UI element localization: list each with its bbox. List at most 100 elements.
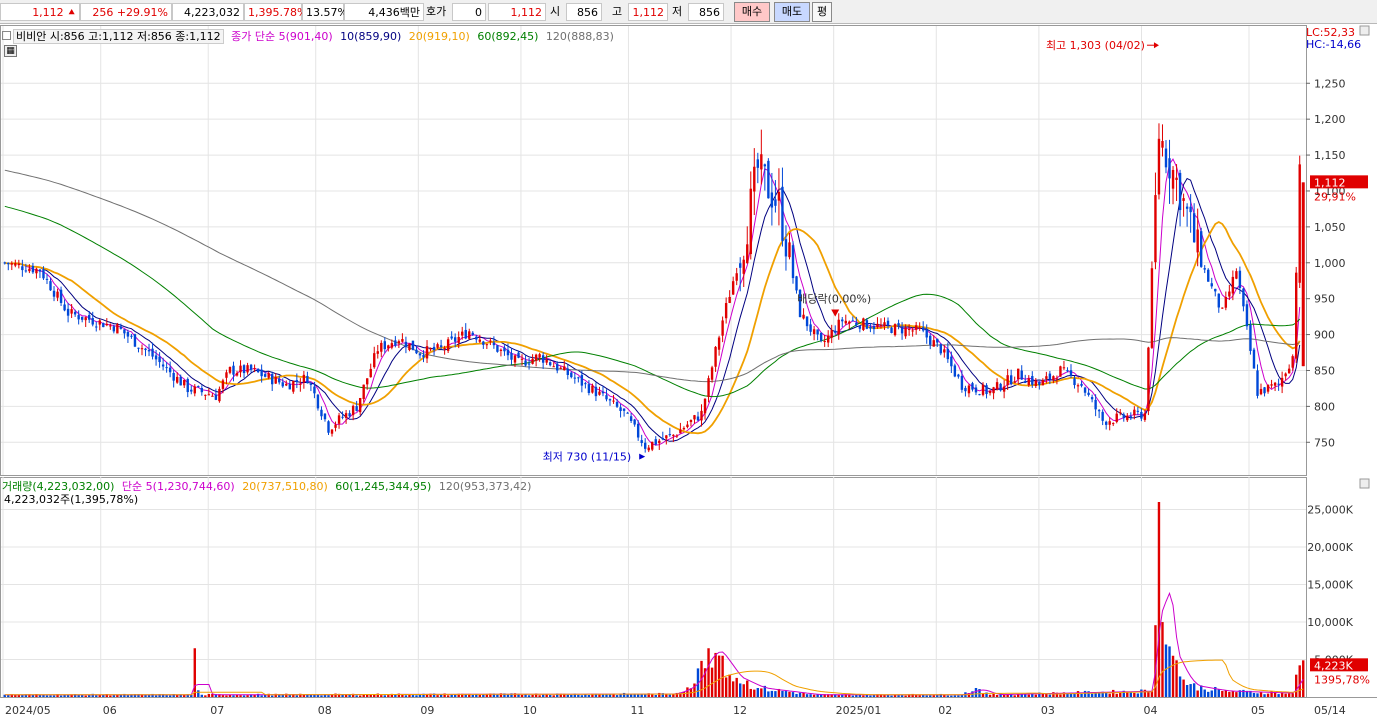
candle-body	[855, 322, 858, 326]
volume-bar	[1203, 689, 1206, 697]
ma-line-120	[4, 169, 1300, 383]
candle-body	[453, 337, 457, 342]
volume-ma5-line	[4, 591, 1304, 696]
candle-body	[263, 374, 267, 377]
candle-body	[622, 408, 626, 411]
volume-bar	[1161, 622, 1164, 697]
volume-bar	[1291, 693, 1294, 697]
candle-body	[429, 348, 432, 350]
volume-bar	[520, 694, 524, 697]
volume-bar	[446, 695, 450, 697]
candle-body	[425, 346, 429, 359]
volume-bar	[1182, 679, 1185, 697]
flat-button[interactable]: 평	[812, 2, 832, 22]
volume-bar	[897, 695, 900, 697]
volume-bar	[1207, 691, 1210, 697]
candle-body	[770, 192, 774, 208]
candle-body	[316, 394, 320, 409]
candle-body	[116, 324, 119, 334]
candle-body	[739, 263, 742, 268]
candle-body	[1147, 347, 1150, 412]
candle-body	[1027, 378, 1030, 386]
quote-label: 호가	[426, 5, 447, 18]
candle-body	[436, 344, 439, 348]
volume-bar	[753, 689, 756, 697]
low-marker-label: 최저 730 (11/15)	[543, 451, 632, 464]
candle-body	[746, 244, 749, 264]
candle-body	[3, 262, 6, 264]
volume-bar	[552, 695, 555, 697]
x-tick-label: 04	[1144, 704, 1158, 717]
candle-body	[1119, 412, 1122, 414]
volume-bar	[1175, 660, 1178, 697]
candle-body	[1252, 349, 1256, 369]
volume-bar	[950, 695, 953, 697]
candle-body	[73, 311, 77, 315]
candle-body	[1298, 164, 1301, 283]
candle-body	[45, 278, 49, 280]
x-tick-label: 05	[1251, 704, 1265, 717]
volume-bar	[974, 688, 978, 697]
candle-body	[1221, 307, 1224, 309]
volume-bar	[1298, 665, 1301, 697]
candle-body	[126, 332, 130, 337]
candle-body	[1104, 421, 1108, 425]
grid-icon[interactable]: ▦	[4, 45, 17, 57]
candle-body	[14, 263, 17, 266]
volume-tick-label: 20,000K	[1307, 541, 1353, 554]
candle-body	[10, 263, 13, 265]
candle-body	[1133, 409, 1136, 416]
candle-body	[777, 192, 781, 201]
candle-body	[651, 441, 654, 450]
candle-body	[140, 348, 144, 350]
candle-body	[496, 345, 499, 352]
candle-body	[1002, 386, 1006, 392]
candle-body	[133, 334, 137, 347]
candle-body	[7, 262, 10, 265]
candle-body	[802, 314, 805, 319]
open-label: 시	[550, 5, 561, 18]
volume-bar	[541, 694, 545, 697]
volume-bar	[1273, 692, 1277, 697]
volume-bar	[1171, 655, 1175, 697]
candle-body	[823, 341, 826, 343]
candle-body	[341, 416, 344, 418]
candle-body	[1080, 383, 1083, 386]
candle-body	[366, 378, 369, 385]
volume-bar	[52, 695, 56, 697]
candle-body	[35, 268, 38, 274]
buy-button[interactable]: 매수	[734, 2, 770, 22]
current-price: 1,112	[32, 6, 64, 19]
candle-body	[130, 335, 133, 337]
volume-bar	[362, 694, 365, 697]
volume-bar	[580, 695, 584, 697]
volume-bar	[809, 694, 812, 697]
candle-body	[1235, 271, 1238, 279]
price-tick-label: 1,150	[1314, 149, 1346, 162]
volume-bar	[636, 694, 640, 697]
candle-body	[1101, 411, 1104, 421]
legend-toggle-icon[interactable]	[2, 31, 11, 40]
candle-body	[591, 385, 594, 393]
candle-body	[158, 356, 161, 363]
vol-ma20-legend: 20(737,510,80)	[242, 480, 328, 493]
candle-body	[665, 435, 668, 439]
volume-bar	[531, 694, 534, 697]
candle-body	[225, 372, 228, 378]
chart-area[interactable]: 750 800 850 900 950 1,000 1,050 1,100 1,150 1,200…	[0, 25, 1377, 720]
candle-body	[1189, 206, 1192, 213]
candle-body	[921, 327, 925, 331]
volume-bar	[1168, 646, 1171, 697]
candle-body	[56, 291, 59, 298]
candle-body	[1059, 366, 1062, 377]
volume-bar	[598, 694, 601, 697]
candle-body	[253, 368, 256, 370]
volume-bar	[207, 693, 211, 697]
sell-button[interactable]: 매도	[774, 2, 810, 22]
volume-bar	[710, 667, 714, 697]
volume-bar	[742, 684, 745, 697]
candlestick-chart[interactable]: 7508008509009501,0001,0501,1001,1501,200…	[0, 25, 1377, 720]
volume-bar	[851, 695, 855, 697]
volume-bar	[988, 694, 992, 697]
volume-bar	[918, 695, 921, 697]
